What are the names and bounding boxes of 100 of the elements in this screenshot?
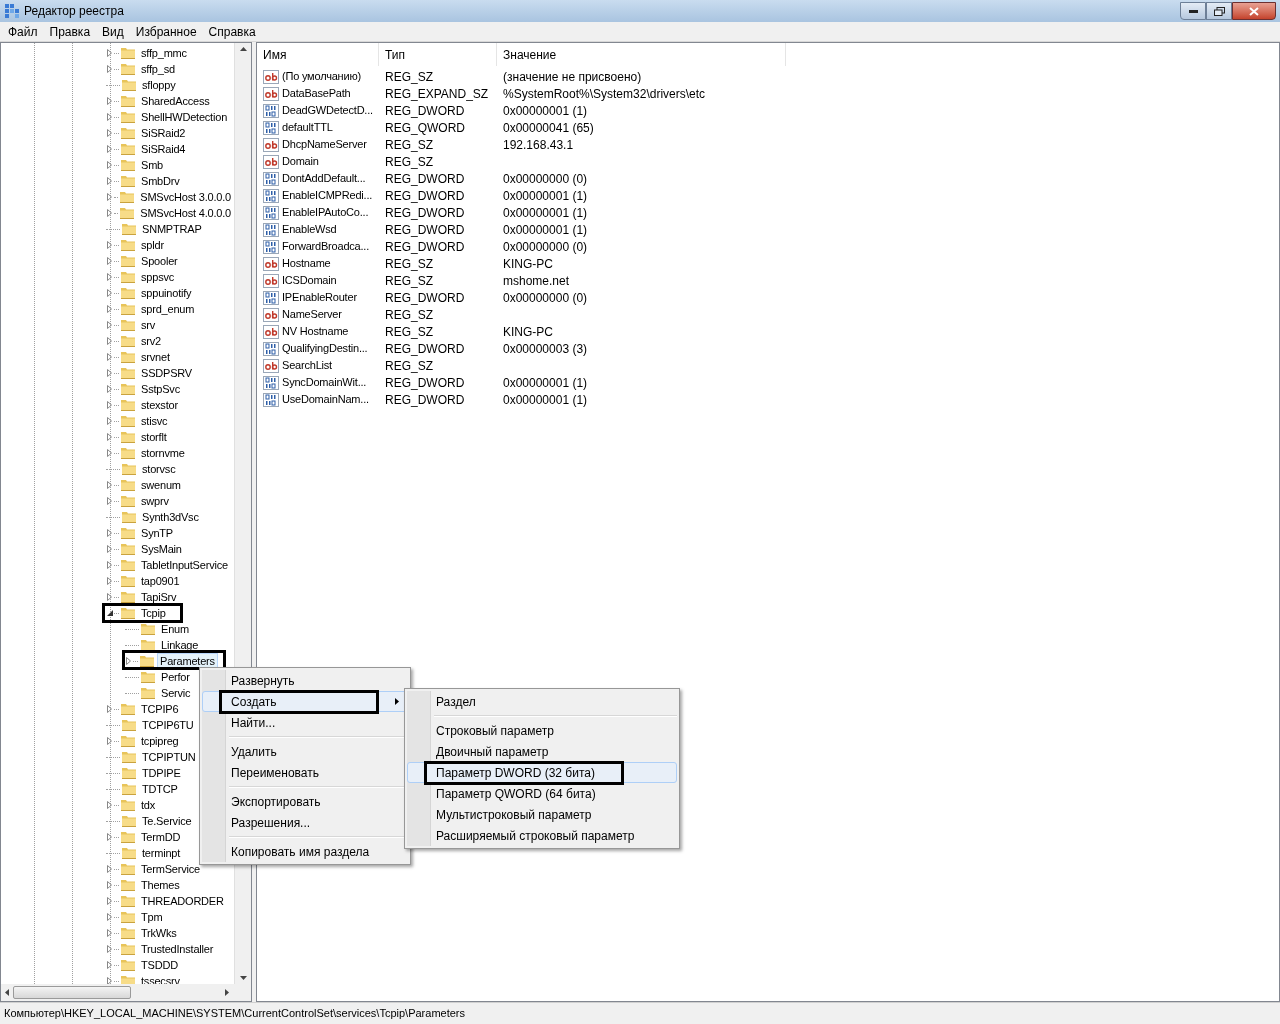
tree-item[interactable]: SstpSvc <box>138 381 183 397</box>
tree-item[interactable]: TermService <box>138 861 203 877</box>
tree-item[interactable]: sprd_enum <box>138 301 198 317</box>
tree-item[interactable]: THREADORDER <box>138 893 227 909</box>
scroll-thumb[interactable] <box>13 986 131 999</box>
menu-item[interactable]: Двоичный параметр <box>407 741 677 762</box>
tree-item[interactable]: spldr <box>138 237 167 253</box>
tree-item[interactable]: SMSvcHost 4.0.0.0 <box>137 205 234 221</box>
value-name[interactable]: IPEnableRouter <box>282 289 357 306</box>
value-name[interactable]: DhcpNameServer <box>282 136 367 153</box>
tree-item[interactable]: SysMain <box>138 541 185 557</box>
value-name[interactable]: EnableWsd <box>282 221 337 238</box>
value-name[interactable]: Hostname <box>282 255 331 272</box>
tree-item[interactable]: sppsvc <box>138 269 178 285</box>
tree-item[interactable]: terminpt <box>139 845 184 861</box>
menu-item[interactable]: Развернуть <box>202 670 408 691</box>
menu-item[interactable]: Расширяемый строковый параметр <box>407 825 677 846</box>
menu-item[interactable]: Раздел <box>407 691 677 712</box>
value-name[interactable]: SearchList <box>282 357 332 374</box>
value-name[interactable]: NameServer <box>282 306 342 323</box>
menu-item[interactable]: Найти... <box>202 712 408 733</box>
tree-item[interactable]: sppuinotify <box>138 285 195 301</box>
menu-item[interactable]: Разрешения... <box>202 812 408 833</box>
value-name[interactable]: UseDomainNam... <box>282 391 369 408</box>
tree-item[interactable]: TabletInputService <box>138 557 231 573</box>
tree-item[interactable]: SSDPSRV <box>138 365 195 381</box>
tree-item[interactable]: SiSRaid2 <box>138 125 189 141</box>
maximize-button[interactable] <box>1206 2 1232 20</box>
menu-item[interactable]: Параметр DWORD (32 бита) <box>407 762 677 783</box>
menu-item[interactable]: Экспортировать <box>202 791 408 812</box>
value-name[interactable]: Domain <box>282 153 319 170</box>
tree-item[interactable]: TDPIPE <box>139 765 184 781</box>
tree-item[interactable]: TCPIPTUN <box>139 749 199 765</box>
menu-item[interactable]: Вид <box>96 22 130 41</box>
tree-item[interactable]: sffp_mmc <box>138 45 190 61</box>
scroll-right-icon[interactable] <box>225 989 229 996</box>
tree-item[interactable]: Linkage <box>158 637 202 653</box>
menu-item[interactable]: Копировать имя раздела <box>202 841 408 862</box>
menu-item[interactable]: Справка <box>202 22 262 41</box>
value-name[interactable]: NV Hostname <box>282 323 349 340</box>
value-name[interactable]: QualifyingDestin... <box>282 340 368 357</box>
value-name[interactable]: DeadGWDetectD... <box>282 102 373 119</box>
tree-item[interactable]: TSDDD <box>138 957 181 973</box>
value-name[interactable]: SyncDomainWit... <box>282 374 367 391</box>
tree-item[interactable]: TapiSrv <box>138 589 180 605</box>
value-name[interactable]: ICSDomain <box>282 272 337 289</box>
tree-item[interactable]: stornvme <box>138 445 188 461</box>
tree-item[interactable]: tap0901 <box>138 573 183 589</box>
value-name[interactable]: (По умолчанию) <box>282 68 361 85</box>
expand-arrow-icon[interactable] <box>124 656 133 666</box>
value-name[interactable]: EnableIPAutoCo... <box>282 204 369 221</box>
value-name[interactable]: DataBasePath <box>282 85 351 102</box>
menu-item[interactable]: Параметр QWORD (64 бита) <box>407 783 677 804</box>
tree-item[interactable]: TCPIP6TU <box>139 717 197 733</box>
value-name[interactable]: DontAddDefault... <box>282 170 366 187</box>
tree-item[interactable]: SMSvcHost 3.0.0.0 <box>137 189 234 205</box>
tree-item[interactable]: Te.Service <box>139 813 195 829</box>
tree-item[interactable]: sfloppy <box>139 77 179 93</box>
tree-item[interactable]: ShellHWDetection <box>138 109 231 125</box>
value-name[interactable]: ForwardBroadca... <box>282 238 370 255</box>
tree-item[interactable]: Synth3dVsc <box>139 509 202 525</box>
tree-item[interactable]: srv <box>138 317 159 333</box>
menu-item[interactable]: Удалить <box>202 741 408 762</box>
menu-item[interactable]: Правка <box>43 22 97 41</box>
tree-item[interactable]: Spooler <box>138 253 181 269</box>
tree-item[interactable]: Themes <box>138 877 183 893</box>
tree-item[interactable]: stisvc <box>138 413 171 429</box>
menu-item[interactable]: Строковый параметр <box>407 720 677 741</box>
horizontal-scrollbar[interactable] <box>1 984 251 1001</box>
menu-item[interactable]: Переименовать <box>202 762 408 783</box>
tree-item[interactable]: srvnet <box>138 349 173 365</box>
menu-item[interactable]: Мультистроковый параметр <box>407 804 677 825</box>
tree-item[interactable]: Tpm <box>138 909 166 925</box>
tree-item[interactable]: Tcpip <box>138 605 169 621</box>
tree-item[interactable]: Perfor <box>158 669 193 685</box>
tree-item[interactable]: storflt <box>138 429 170 445</box>
menu-item[interactable]: Избранное <box>129 22 203 41</box>
tree-item[interactable]: TDTCP <box>139 781 181 797</box>
scroll-down-icon[interactable] <box>239 976 247 980</box>
tree-item[interactable]: SharedAccess <box>138 93 213 109</box>
menu-item[interactable]: Файл <box>2 22 44 41</box>
tree-item[interactable]: TrustedInstaller <box>138 941 217 957</box>
tree-item[interactable]: TCPIP6 <box>138 701 182 717</box>
tree-item[interactable]: SynTP <box>138 525 176 541</box>
tree-item[interactable]: swprv <box>138 493 172 509</box>
tree-item[interactable]: sffp_sd <box>138 61 178 77</box>
tree-item[interactable]: SmbDrv <box>138 173 183 189</box>
tree-item[interactable]: SNMPTRAP <box>139 221 205 237</box>
minimize-button[interactable] <box>1180 2 1206 20</box>
tree-item[interactable]: Enum <box>158 621 192 637</box>
tree-item[interactable]: tdx <box>138 797 159 813</box>
value-name[interactable]: defaultTTL <box>282 119 333 136</box>
tree-item[interactable]: TrkWks <box>138 925 180 941</box>
scroll-left-icon[interactable] <box>5 989 9 996</box>
tree-item[interactable]: stexstor <box>138 397 181 413</box>
scroll-up-icon[interactable] <box>239 47 247 51</box>
value-name[interactable]: EnableICMPRedi... <box>282 187 373 204</box>
tree-item[interactable]: Servic <box>158 685 194 701</box>
tree-item[interactable]: tcpipreg <box>138 733 182 749</box>
tree-item[interactable]: Smb <box>138 157 167 173</box>
